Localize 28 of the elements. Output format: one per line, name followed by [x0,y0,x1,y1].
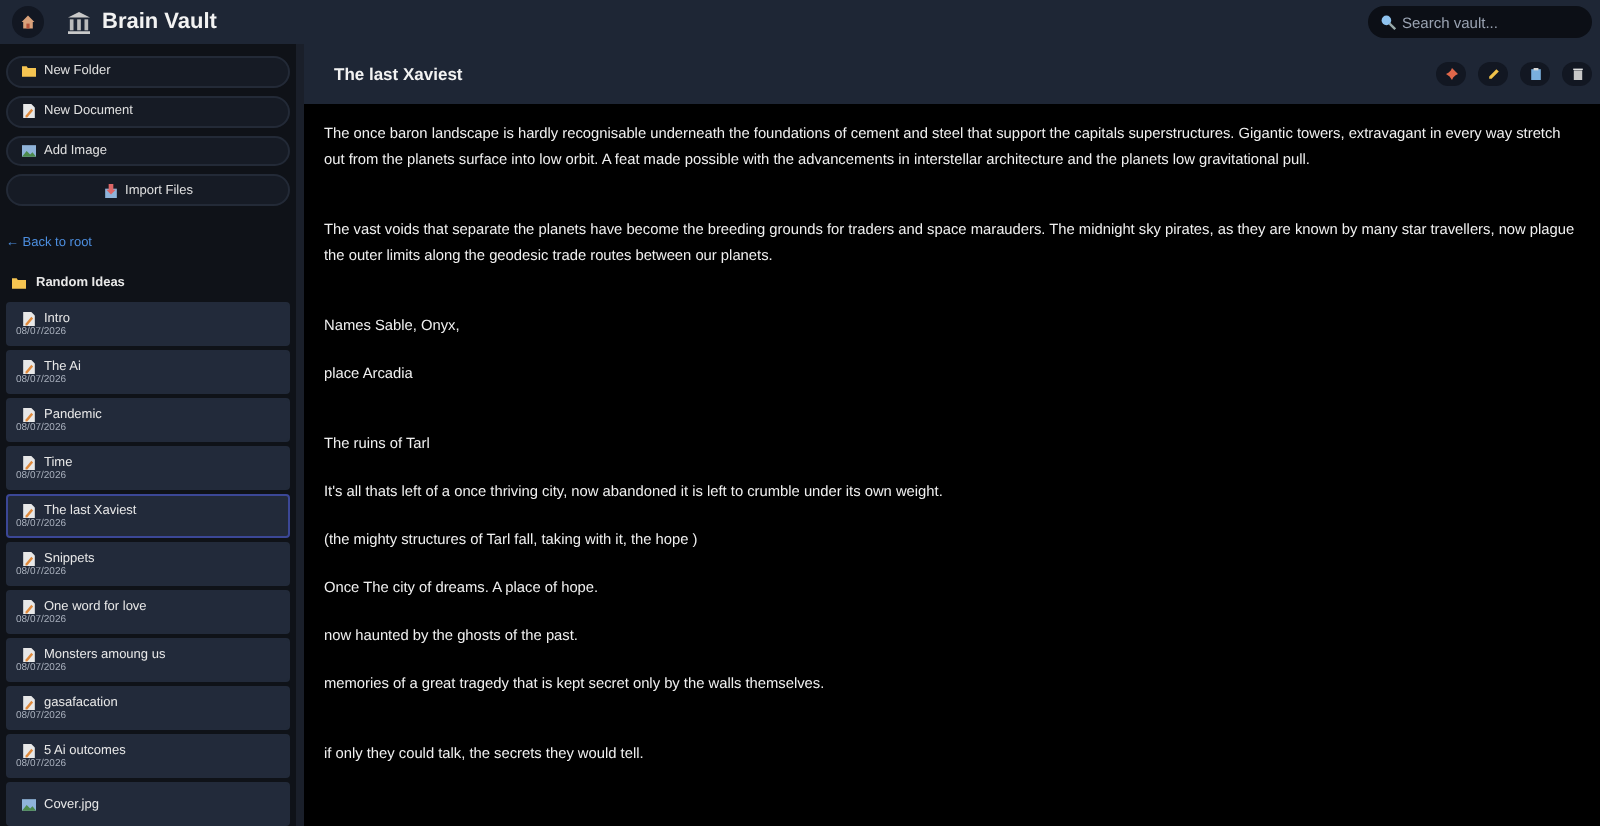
delete-button[interactable] [1562,62,1592,86]
document-icon [22,407,36,421]
document-icon [22,743,36,757]
clipboard-icon [1529,68,1541,80]
document-icon [22,104,36,119]
house-icon [20,14,36,30]
app-title: Brain Vault [102,10,217,34]
edit-button[interactable] [1478,62,1508,86]
document-icon [22,359,36,373]
pin-button[interactable] [1436,62,1466,86]
document-icon [22,695,36,709]
document-icon [22,455,36,469]
document-title: The last Xaviest [334,64,463,84]
home-button[interactable] [12,6,44,38]
document-icon [22,599,36,613]
document-icon [22,551,36,565]
image-icon [22,143,36,158]
document-icon [22,311,36,325]
pencil-icon [1487,68,1499,80]
clipboard-button[interactable] [1520,62,1550,86]
import-icon [103,183,118,198]
document-icon [22,647,36,661]
trash-icon [1571,68,1583,80]
bank-icon [68,11,90,33]
image-icon [22,797,36,811]
document-icon [22,503,36,517]
folder-icon [22,64,36,79]
folder-icon [12,276,26,290]
